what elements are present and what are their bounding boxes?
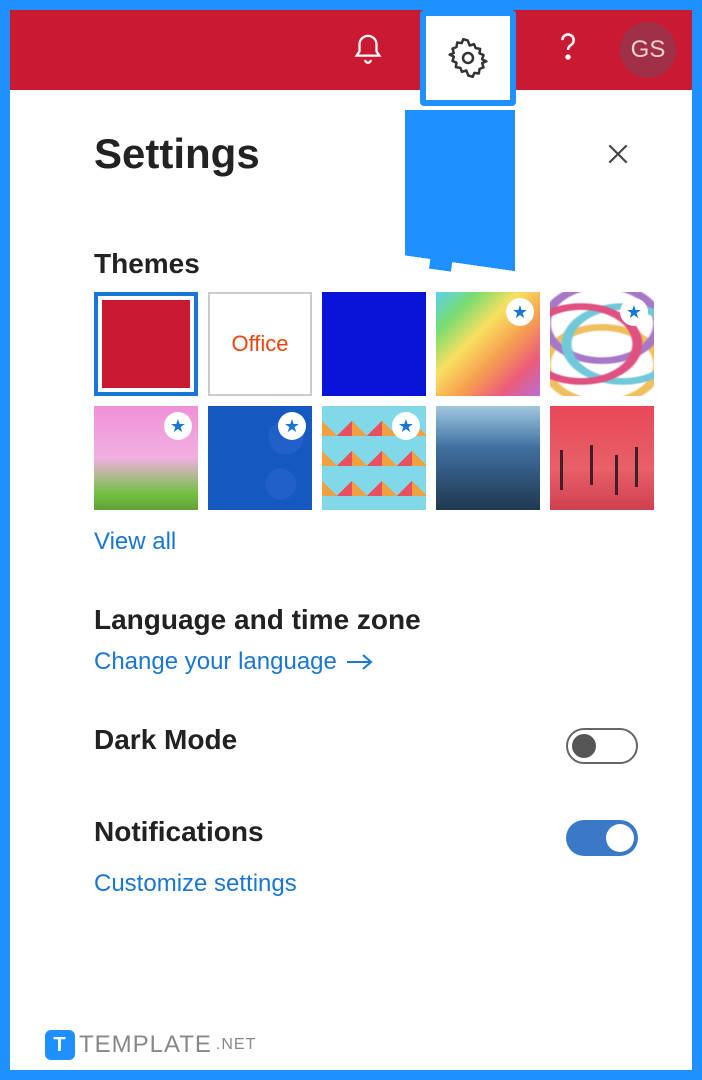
- theme-tile-ocean[interactable]: [436, 406, 540, 510]
- panel-title: Settings: [94, 130, 260, 178]
- notifications-title: Notifications: [94, 816, 264, 848]
- topbar: GS: [10, 10, 692, 90]
- watermark: T TEMPLATE.NET: [45, 1030, 256, 1060]
- theme-tile-blocks[interactable]: ★: [322, 406, 426, 510]
- dark-mode-toggle[interactable]: [566, 728, 638, 764]
- theme-grid: Office ★ ★ ★ ★ ★: [94, 292, 638, 510]
- star-icon: ★: [278, 412, 306, 440]
- theme-tile-red[interactable]: [94, 292, 198, 396]
- dark-mode-section: Dark Mode: [94, 724, 638, 768]
- language-section: Language and time zone Change your langu…: [94, 604, 638, 676]
- theme-tile-unicorn[interactable]: ★: [94, 406, 198, 510]
- star-icon: ★: [392, 412, 420, 440]
- theme-tile-ribbon[interactable]: ★: [550, 292, 654, 396]
- user-avatar[interactable]: GS: [620, 22, 676, 78]
- themes-title: Themes: [94, 248, 638, 280]
- settings-panel: Settings Themes Office ★ ★ ★ ★ ★ View al…: [10, 90, 692, 918]
- themes-section: Themes Office ★ ★ ★ ★ ★ View all: [94, 248, 638, 556]
- change-language-label: Change your language: [94, 648, 337, 676]
- theme-tile-sunset[interactable]: [550, 406, 654, 510]
- help-icon[interactable]: [540, 22, 596, 78]
- notifications-section: Notifications Customize settings: [94, 816, 638, 898]
- theme-tile-basketball[interactable]: ★: [208, 406, 312, 510]
- star-icon: ★: [164, 412, 192, 440]
- settings-icon[interactable]: [420, 10, 516, 106]
- customize-notifications-link[interactable]: Customize settings: [94, 870, 297, 898]
- panel-header: Settings: [94, 130, 638, 178]
- theme-tile-rainbow[interactable]: ★: [436, 292, 540, 396]
- star-icon: ★: [506, 298, 534, 326]
- watermark-brand: TEMPLATE: [79, 1031, 212, 1059]
- notifications-toggle[interactable]: [566, 820, 638, 856]
- notifications-icon[interactable]: [340, 22, 396, 78]
- change-language-link[interactable]: Change your language: [94, 648, 375, 676]
- language-title: Language and time zone: [94, 604, 638, 636]
- avatar-initials: GS: [631, 36, 666, 64]
- view-all-themes-link[interactable]: View all: [94, 528, 176, 556]
- theme-tile-office[interactable]: Office: [208, 292, 312, 396]
- watermark-icon: T: [45, 1030, 75, 1060]
- close-button[interactable]: [598, 134, 638, 174]
- star-icon: ★: [620, 298, 648, 326]
- arrow-right-icon: [345, 652, 375, 672]
- dark-mode-title: Dark Mode: [94, 724, 237, 756]
- watermark-suffix: .NET: [216, 1036, 256, 1054]
- theme-tile-blue[interactable]: [322, 292, 426, 396]
